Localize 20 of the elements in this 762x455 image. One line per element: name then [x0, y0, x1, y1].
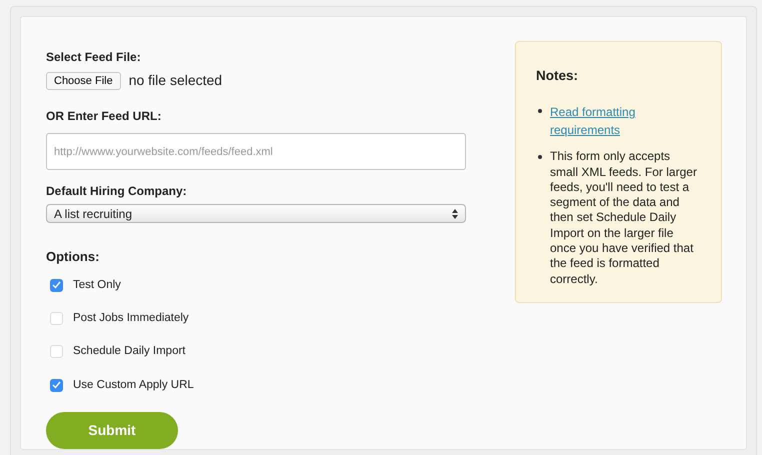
bullet-icon	[538, 109, 542, 114]
note-text: This form only accepts small XML feeds. For larger feeds, you'll need to test a segment of the data and then set Schedule Daily Import on the larger file once you have verified that the feed is formatted correctly.	[550, 149, 698, 287]
option-label: Post Jobs Immediately	[73, 311, 189, 326]
checkbox[interactable]	[50, 378, 63, 392]
choose-file-button[interactable]: Choose File	[46, 72, 121, 90]
file-status: no file selected	[128, 71, 222, 90]
checkbox[interactable]	[50, 278, 63, 292]
bullet-icon	[538, 155, 542, 160]
option-label: Use Custom Apply URL	[73, 378, 194, 392]
select-arrows-icon	[452, 208, 458, 219]
notes-title: Notes:	[536, 67, 580, 85]
option-label: Schedule Daily Import	[73, 344, 186, 360]
company-select[interactable]: A list recruiting	[46, 204, 466, 224]
url-input-field[interactable]: http://wwww.yourwebsite.com/feeds/feed.xml	[46, 133, 466, 170]
field-label: Default Hiring Company:	[46, 183, 188, 200]
options-label: Options:	[46, 248, 100, 266]
formatting-link[interactable]: Read formatting requirements	[550, 103, 701, 140]
field-label: OR Enter Feed URL:	[46, 108, 162, 125]
field-label: Select Feed File:	[46, 49, 142, 66]
option-label: Test Only	[73, 278, 121, 293]
